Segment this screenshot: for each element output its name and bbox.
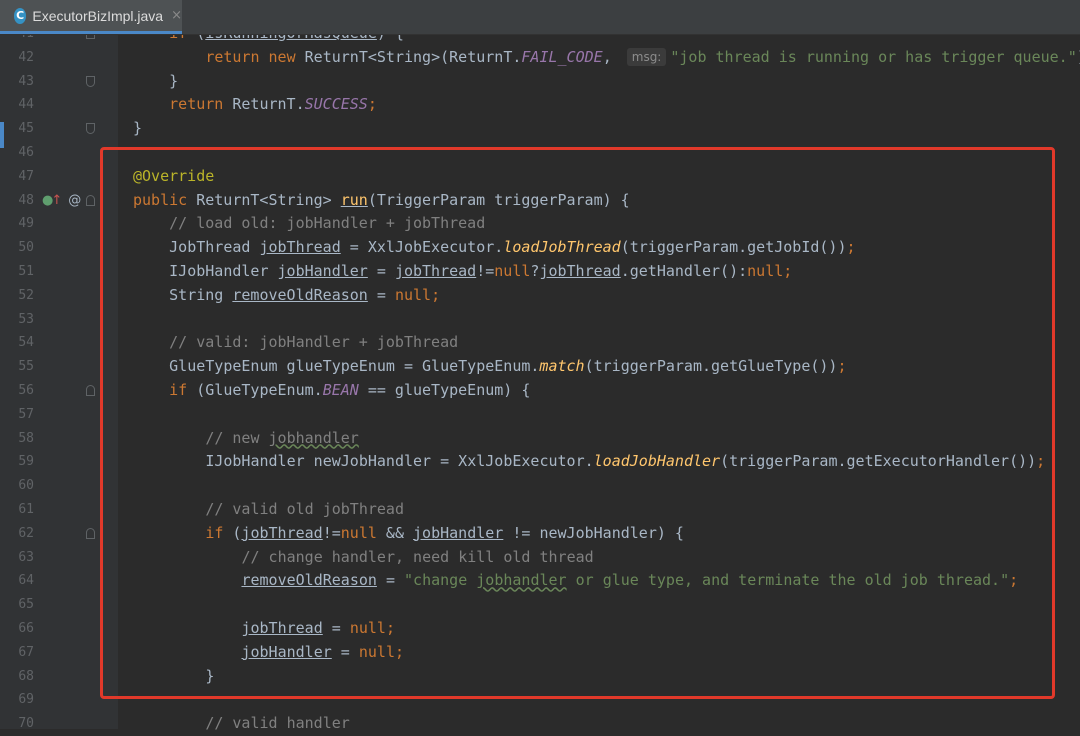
line-number: 69 bbox=[18, 692, 34, 708]
tab-executorbizimpl[interactable]: C ExecutorBizImpl.java × bbox=[0, 0, 182, 34]
fold-marker-icon[interactable] bbox=[86, 123, 95, 135]
line-number: 44 bbox=[18, 97, 34, 113]
line-number: 66 bbox=[18, 621, 34, 636]
code-line[interactable]: 44 return ReturnT.SUCCESS; bbox=[0, 93, 1080, 117]
line-number: 46 bbox=[18, 145, 34, 160]
line-number: 62 bbox=[18, 525, 34, 541]
highlight-box bbox=[100, 147, 1055, 699]
editor-tab-bar: C ExecutorBizImpl.java × bbox=[0, 0, 1080, 35]
fold-marker-icon[interactable] bbox=[86, 194, 95, 206]
code-text: } bbox=[133, 119, 143, 138]
line-number: 51 bbox=[18, 264, 34, 279]
line-number: 58 bbox=[18, 430, 34, 446]
close-icon[interactable]: × bbox=[171, 8, 182, 23]
line-number: 65 bbox=[18, 597, 34, 613]
line-number: 55 bbox=[18, 359, 34, 375]
override-arrow-icon[interactable]: ↑ bbox=[51, 193, 62, 208]
tab-title: ExecutorBizImpl.java bbox=[32, 7, 164, 24]
line-number: 67 bbox=[18, 644, 34, 660]
active-line-marker bbox=[0, 122, 4, 148]
code-text: return ReturnT.SUCCESS; bbox=[169, 95, 377, 114]
code-line[interactable]: 70 // valid handler bbox=[0, 712, 1080, 736]
line-number: 60 bbox=[18, 478, 34, 494]
line-number: 61 bbox=[18, 502, 34, 517]
code-line[interactable]: 43} bbox=[0, 70, 1080, 94]
line-number: 43 bbox=[18, 73, 34, 89]
java-class-icon: C bbox=[14, 7, 27, 24]
gutter-icons[interactable]: ●↑ @ bbox=[42, 189, 81, 213]
line-number: 57 bbox=[18, 406, 34, 422]
code-line[interactable]: 45} bbox=[0, 117, 1080, 141]
fold-marker-icon[interactable] bbox=[86, 75, 95, 87]
fold-marker-icon[interactable] bbox=[86, 527, 95, 539]
fold-marker-icon[interactable] bbox=[86, 385, 95, 396]
code-text: // valid handler bbox=[205, 714, 350, 733]
line-number: 48 bbox=[18, 192, 34, 208]
line-number: 52 bbox=[18, 287, 34, 303]
line-number: 53 bbox=[18, 311, 34, 327]
line-number: 42 bbox=[18, 49, 34, 65]
line-number: 63 bbox=[18, 549, 34, 565]
line-number: 54 bbox=[18, 335, 34, 351]
line-number: 49 bbox=[18, 216, 34, 232]
line-number: 59 bbox=[18, 454, 34, 470]
line-number: 70 bbox=[18, 716, 34, 732]
line-number: 50 bbox=[18, 240, 34, 256]
code-text: } bbox=[169, 71, 179, 90]
annotation-icon[interactable]: @ bbox=[68, 193, 81, 208]
line-number: 64 bbox=[18, 573, 34, 589]
code-text: return new ReturnT<String>(ReturnT.FAIL_… bbox=[205, 47, 1080, 66]
line-number: 45 bbox=[18, 121, 34, 137]
line-number: 47 bbox=[18, 168, 34, 184]
line-number: 68 bbox=[18, 668, 34, 684]
code-line[interactable]: 42 return new ReturnT<String>(ReturnT.FAI… bbox=[0, 46, 1080, 70]
line-number: 56 bbox=[18, 383, 34, 398]
